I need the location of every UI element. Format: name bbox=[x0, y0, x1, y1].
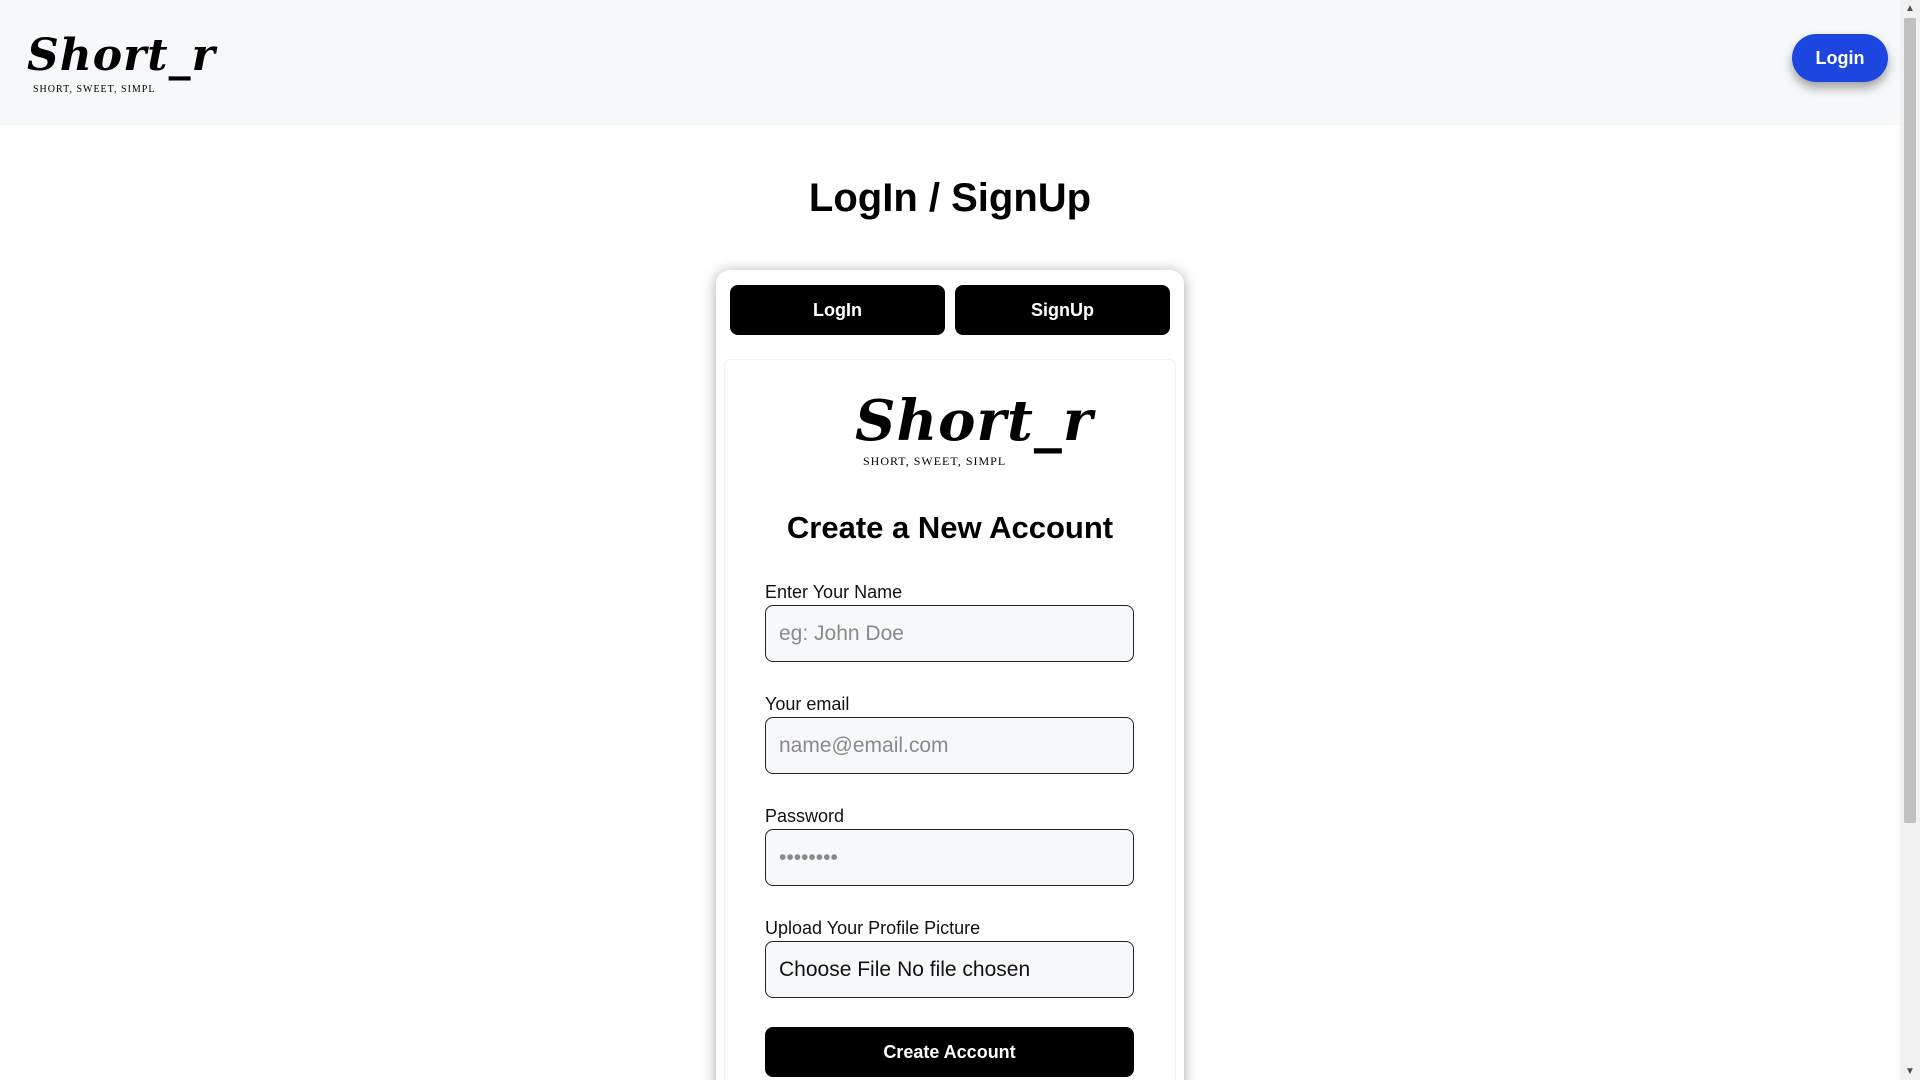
scroll-up-arrow-icon[interactable]: ▲ bbox=[1900, 0, 1920, 17]
logo[interactable]: Short_r SHORT, SWEET, SIMPL bbox=[27, 30, 216, 96]
tab-signup[interactable]: SignUp bbox=[955, 285, 1170, 335]
name-input[interactable] bbox=[765, 605, 1134, 662]
logo-tagline: SHORT, SWEET, SIMPL bbox=[33, 84, 156, 95]
scroll-thumb[interactable] bbox=[1904, 18, 1916, 823]
page-title: LogIn / SignUp bbox=[808, 176, 1092, 220]
scroll-down-arrow-icon[interactable]: ▼ bbox=[1900, 1063, 1920, 1080]
profile-picture-input[interactable]: Choose File No file chosen bbox=[765, 941, 1134, 998]
site-header: Short_r SHORT, SWEET, SIMPL Login bbox=[0, 0, 1900, 125]
password-label: Password bbox=[765, 806, 845, 826]
form-logo-text: Short_r bbox=[855, 388, 1094, 454]
form-logo: Short_r SHORT, SWEET, SIMPL bbox=[855, 390, 1093, 468]
page-scrollbar[interactable]: ▲ ▼ bbox=[1900, 0, 1920, 1080]
tab-login[interactable]: LogIn bbox=[730, 285, 945, 335]
file-status: No file chosen bbox=[897, 957, 1031, 981]
choose-file-button[interactable]: Choose File bbox=[779, 958, 891, 982]
signup-form: Short_r SHORT, SWEET, SIMPL Create a New… bbox=[725, 360, 1175, 1080]
logo-text: Short_r bbox=[27, 30, 216, 81]
create-account-button[interactable]: Create Account bbox=[765, 1027, 1134, 1077]
header-login-button[interactable]: Login bbox=[1792, 34, 1888, 82]
name-label: Enter Your Name bbox=[765, 582, 903, 602]
auth-card: LogIn SignUp Short_r SHORT, SWEET, SIMPL… bbox=[716, 270, 1184, 1080]
form-heading: Create a New Account bbox=[786, 510, 1114, 545]
picture-label: Upload Your Profile Picture bbox=[765, 918, 981, 938]
password-input[interactable] bbox=[765, 829, 1134, 886]
email-label: Your email bbox=[765, 694, 850, 714]
email-input[interactable] bbox=[765, 717, 1134, 774]
form-logo-tagline: SHORT, SWEET, SIMPL bbox=[863, 454, 1007, 468]
